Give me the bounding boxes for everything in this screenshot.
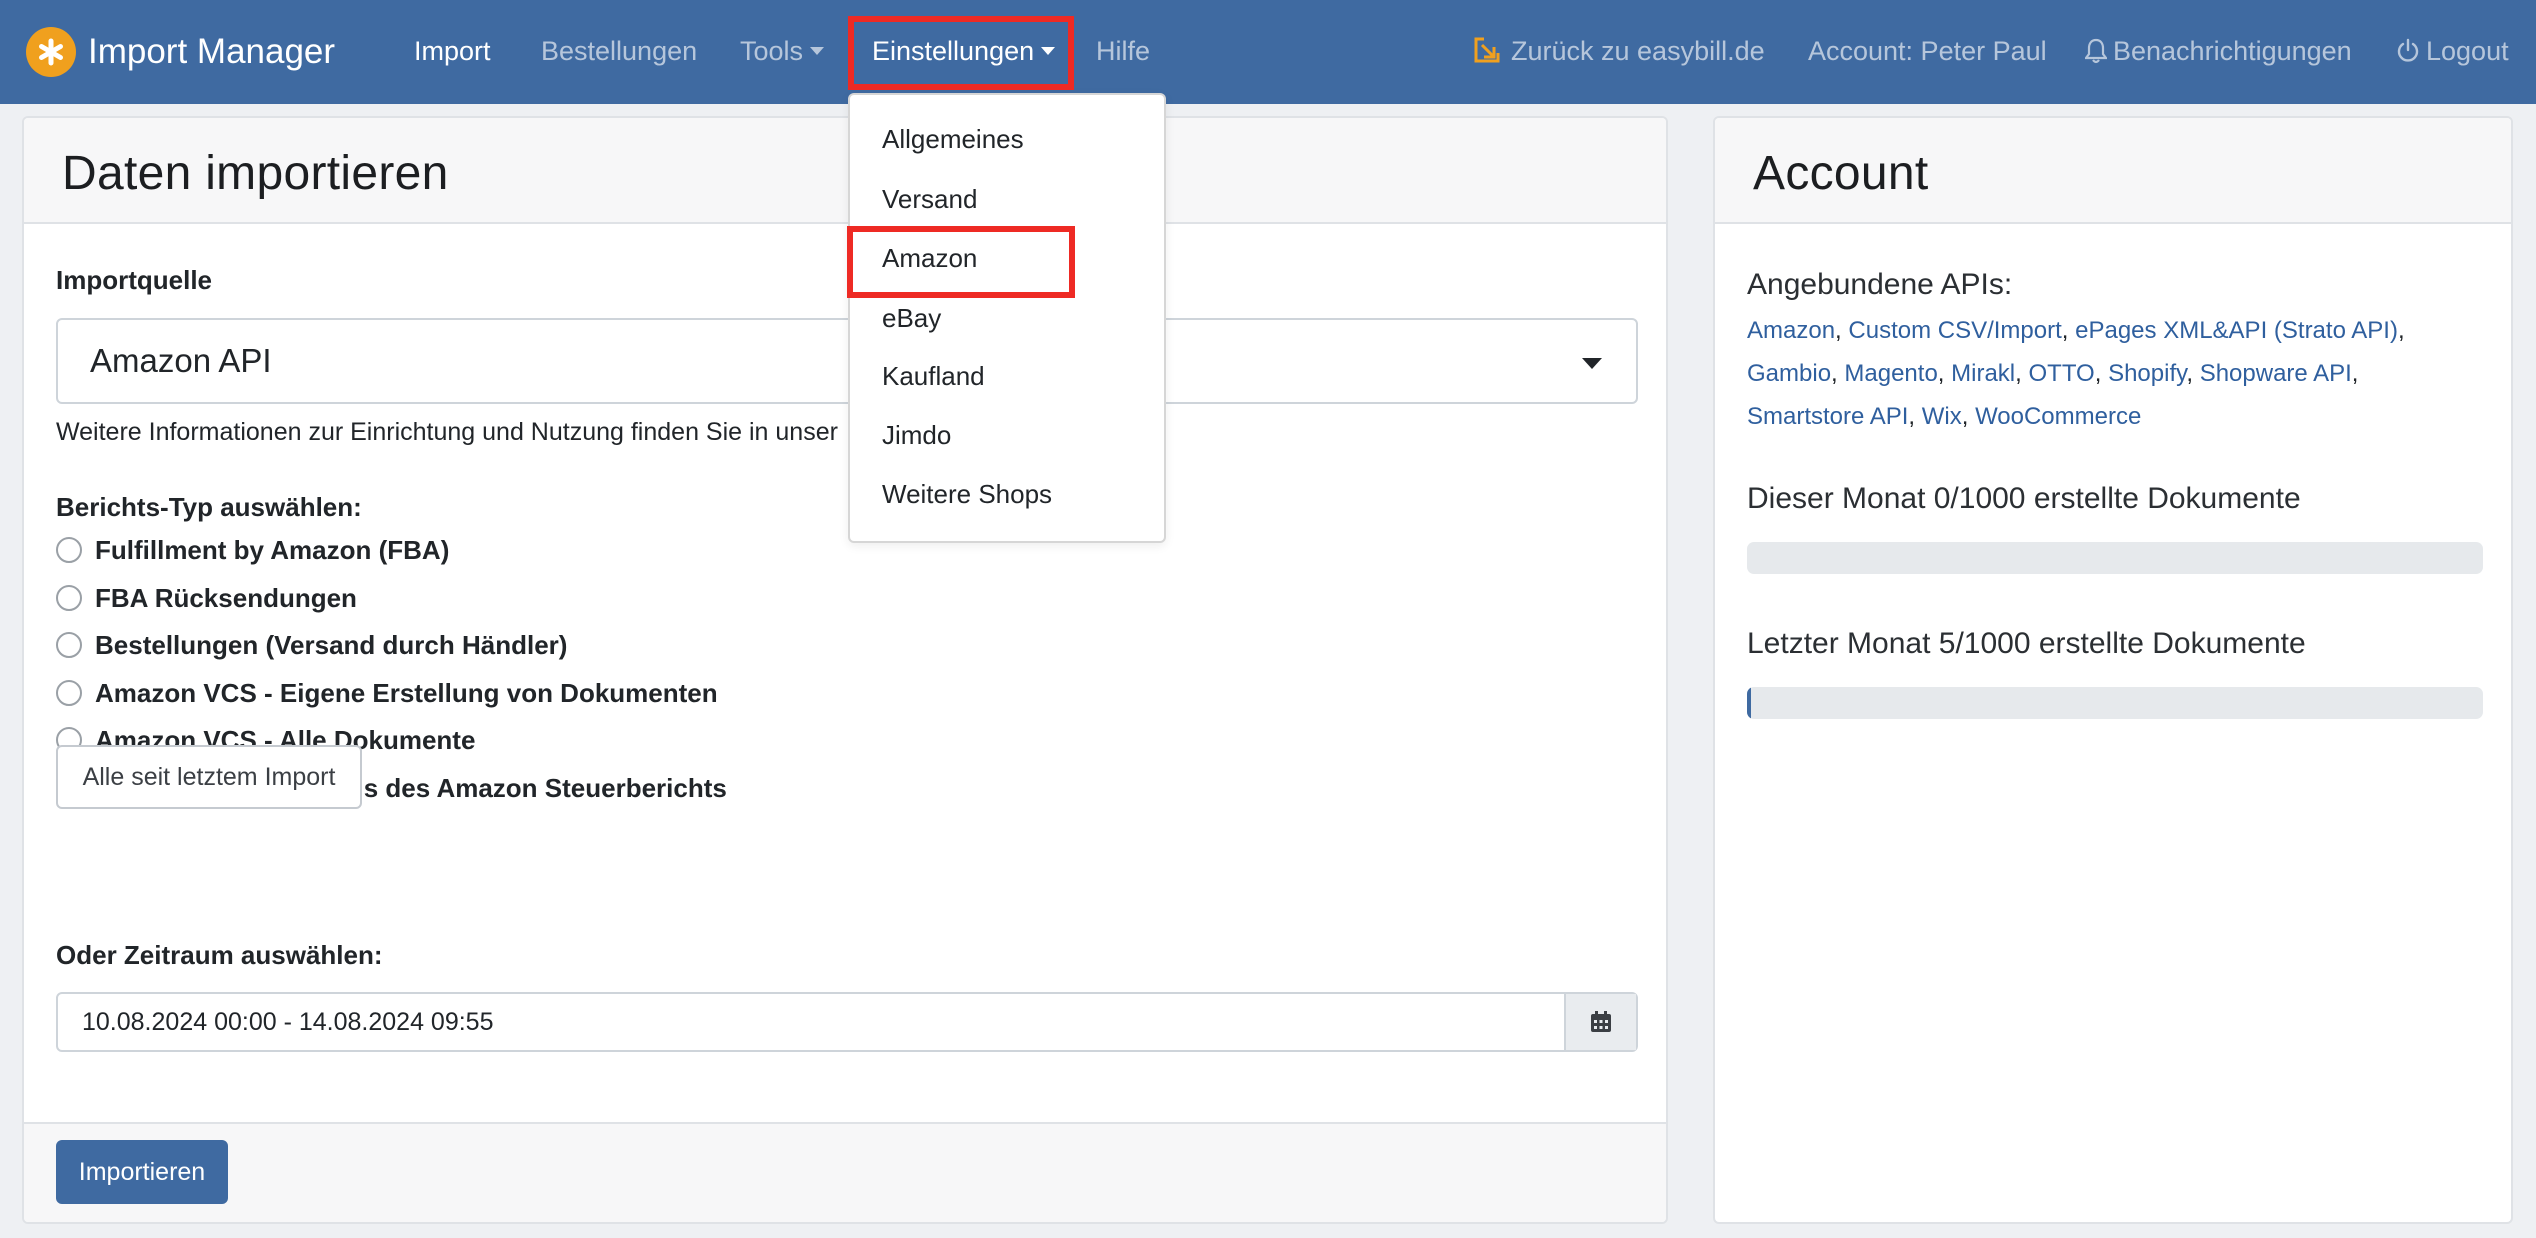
api-link-magento[interactable]: Magento bbox=[1844, 360, 1937, 387]
settings-dropdown-menu: Allgemeines Versand Amazon eBay Kaufland… bbox=[848, 93, 1166, 543]
nav-einstellungen[interactable]: Einstellungen bbox=[872, 30, 1056, 72]
nav-import[interactable]: Import bbox=[414, 30, 491, 72]
menu-item-amazon[interactable]: Amazon bbox=[882, 241, 977, 275]
nav-notifications[interactable]: Benachrichtigungen bbox=[2085, 30, 2352, 72]
import-card-header: Daten importieren bbox=[24, 118, 1666, 224]
nav-hilfe[interactable]: Hilfe bbox=[1096, 30, 1150, 72]
nav-back-to-easybill[interactable]: Zurück zu easybill.de bbox=[1473, 30, 1765, 72]
nav-tools-label: Tools bbox=[740, 36, 804, 66]
page-title: Daten importieren bbox=[62, 147, 449, 200]
api-link-woocommerce[interactable]: WooCommerce bbox=[1975, 403, 2141, 430]
external-link-icon bbox=[1474, 37, 1500, 63]
last-month-label: Letzter Monat 5/1000 erstellte Dokumente bbox=[1747, 627, 2306, 660]
account-title: Account bbox=[1753, 147, 1929, 200]
import-button[interactable]: Importieren bbox=[56, 1140, 228, 1204]
radio-button[interactable] bbox=[56, 537, 82, 563]
api-link-wix[interactable]: Wix bbox=[1922, 403, 1962, 430]
radio-button[interactable] bbox=[56, 632, 82, 658]
api-link-otto[interactable]: OTTO bbox=[2028, 360, 2094, 387]
api-link-shopify[interactable]: Shopify bbox=[2108, 360, 2186, 387]
api-list-line: Gambio, Magento, Mirakl, OTTO, Shopify, … bbox=[1747, 360, 2359, 387]
back-to-easybill-label: Zurück zu easybill.de bbox=[1511, 36, 1765, 66]
nav-account[interactable]: Account: Peter Paul bbox=[1808, 30, 2047, 72]
power-icon bbox=[2397, 38, 2419, 62]
date-range-value: 10.08.2024 00:00 - 14.08.2024 09:55 bbox=[82, 1008, 494, 1036]
report-type-label-text: Fulfillment by Amazon (FBA) bbox=[95, 534, 450, 565]
nav-logout[interactable]: Logout bbox=[2396, 30, 2509, 72]
top-navbar: Import Manager Import Bestellungen Tools… bbox=[0, 0, 2536, 104]
api-link-custom-csv[interactable]: Custom CSV/Import bbox=[1848, 317, 2061, 344]
import-card-footer: Importieren bbox=[24, 1122, 1666, 1222]
import-source-select[interactable]: Amazon API bbox=[56, 318, 1638, 404]
brand[interactable]: Import Manager bbox=[26, 24, 335, 80]
this-month-label: Dieser Monat 0/1000 erstellte Dokumente bbox=[1747, 482, 2301, 515]
api-link-epages[interactable]: ePages XML&API (Strato API) bbox=[2075, 317, 2398, 344]
report-type-label: Berichts-Typ auswählen: bbox=[56, 492, 362, 522]
api-link-shopware[interactable]: Shopware API bbox=[2200, 360, 2352, 387]
menu-item-weitere-shops[interactable]: Weitere Shops bbox=[882, 477, 1052, 511]
menu-item-versand[interactable]: Versand bbox=[882, 182, 977, 216]
calendar-button[interactable] bbox=[1564, 994, 1636, 1050]
menu-item-jimdo[interactable]: Jimdo bbox=[882, 418, 951, 452]
report-type-option[interactable]: Amazon VCS - Eigene Erstellung von Dokum… bbox=[56, 677, 718, 709]
since-last-import-button[interactable]: Alle seit letztem Import bbox=[56, 745, 362, 809]
info-text: Weitere Informationen zur Einrichtung un… bbox=[56, 418, 838, 446]
radio-button[interactable] bbox=[56, 680, 82, 706]
report-type-label-text: Amazon VCS - Eigene Erstellung von Dokum… bbox=[95, 677, 718, 708]
api-link-mirakl[interactable]: Mirakl bbox=[1951, 360, 2015, 387]
menu-item-kaufland[interactable]: Kaufland bbox=[882, 359, 985, 393]
last-month-progress-fill bbox=[1747, 687, 1751, 719]
logout-label: Logout bbox=[2426, 36, 2509, 66]
report-type-option[interactable]: FBA Rücksendungen bbox=[56, 582, 357, 614]
nav-bestellungen[interactable]: Bestellungen bbox=[541, 30, 697, 72]
api-link-amazon[interactable]: Amazon bbox=[1747, 317, 1835, 344]
api-list-line: Amazon, Custom CSV/Import, ePages XML&AP… bbox=[1747, 317, 2405, 344]
chevron-down-icon bbox=[810, 47, 825, 55]
brand-name: Import Manager bbox=[88, 32, 336, 71]
apis-label: Angebundene APIs: bbox=[1747, 268, 2013, 301]
date-range-input[interactable]: 10.08.2024 00:00 - 14.08.2024 09:55 bbox=[56, 992, 1638, 1052]
api-list-line: Smartstore API, Wix, WooCommerce bbox=[1747, 403, 2142, 430]
this-month-progress bbox=[1747, 542, 2483, 574]
period-label: Oder Zeitraum auswählen: bbox=[56, 940, 383, 971]
calendar-icon bbox=[1591, 1011, 1611, 1032]
radio-button[interactable] bbox=[56, 585, 82, 611]
menu-item-ebay[interactable]: eBay bbox=[882, 301, 941, 335]
chevron-down-icon bbox=[1041, 47, 1056, 55]
source-label: Importquelle bbox=[56, 265, 213, 295]
account-card: Account Angebundene APIs: Amazon, Custom… bbox=[1713, 116, 2513, 1224]
report-type-option[interactable]: Bestellungen (Versand durch Händler) bbox=[56, 629, 567, 661]
period-label-text: Oder Zeitraum auswählen: bbox=[56, 940, 383, 970]
menu-item-allgemeines[interactable]: Allgemeines bbox=[882, 122, 1024, 156]
notifications-label: Benachrichtigungen bbox=[2113, 36, 2352, 66]
report-type-option[interactable]: Fulfillment by Amazon (FBA) bbox=[56, 534, 449, 566]
api-link-smartstore[interactable]: Smartstore API bbox=[1747, 403, 1908, 430]
import-source-value: Amazon API bbox=[90, 342, 272, 379]
nav-tools[interactable]: Tools bbox=[740, 30, 825, 72]
nav-einstellungen-label: Einstellungen bbox=[872, 36, 1035, 66]
chevron-down-icon bbox=[1582, 358, 1602, 369]
bell-icon bbox=[2085, 38, 2107, 64]
report-type-label-text: FBA Rücksendungen bbox=[95, 582, 357, 613]
asterisk-logo-icon bbox=[26, 27, 76, 77]
account-card-header: Account bbox=[1715, 118, 2511, 224]
last-month-progress bbox=[1747, 687, 2483, 719]
report-type-label-text: Bestellungen (Versand durch Händler) bbox=[95, 629, 568, 660]
api-link-gambio[interactable]: Gambio bbox=[1747, 360, 1831, 387]
import-card: Daten importieren Importquelle Amazon AP… bbox=[22, 116, 1668, 1224]
